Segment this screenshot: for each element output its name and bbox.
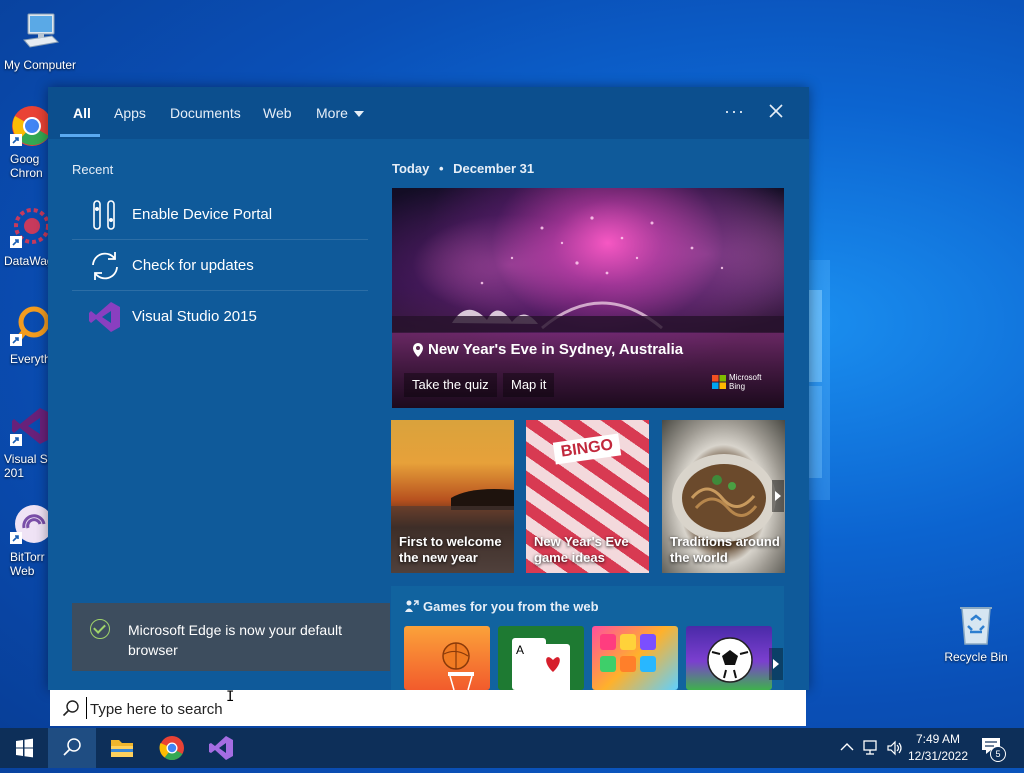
default-browser-notification[interactable]: Microsoft Edge is now your default brows… — [72, 603, 390, 671]
desktop-light-beam-upper — [808, 290, 822, 382]
recent-item-label: Visual Studio 2015 — [132, 308, 257, 325]
game-tile-candy-match[interactable] — [592, 626, 678, 690]
more-options-button[interactable]: ··· — [724, 101, 745, 122]
clock-time: 7:49 AM — [915, 732, 961, 746]
tab-all[interactable]: All — [73, 105, 91, 121]
tab-more[interactable]: More — [316, 105, 364, 121]
recent-item-visual-studio-2015[interactable]: Visual Studio 2015 — [72, 291, 368, 341]
taskbar-chrome[interactable] — [148, 728, 196, 768]
system-clock[interactable]: 7:49 AM 12/31/2022 — [906, 732, 970, 766]
notification-message: Microsoft Edge is now your default brows… — [128, 622, 342, 658]
active-tab-indicator — [60, 134, 100, 137]
today-date: December 31 — [453, 161, 535, 176]
recent-heading: Recent — [72, 162, 114, 177]
today-separator: • — [438, 161, 444, 176]
search-panel: All Apps Documents Web More ··· Recent E… — [48, 87, 809, 690]
microsoft-logo-icon — [712, 375, 726, 389]
checkmark-icon — [90, 619, 110, 639]
desktop-light-beam-lower — [808, 386, 822, 478]
featured-story-card[interactable]: New Year's Eve in Sydney, Australia Take… — [392, 188, 784, 408]
map-it-button[interactable]: Map it — [503, 373, 555, 397]
windows-logo-icon — [16, 738, 33, 758]
story-card-first-to-welcome[interactable]: First to welcome the new year — [391, 420, 514, 573]
taskbar-search-button[interactable] — [48, 728, 96, 768]
sync-icon — [88, 249, 122, 283]
recycle-bin-icon — [954, 602, 998, 646]
action-center-button[interactable]: 5 — [980, 736, 1010, 762]
network-icon[interactable] — [862, 739, 880, 757]
visual-studio-icon — [209, 736, 233, 760]
text-caret — [86, 697, 87, 719]
tab-documents[interactable]: Documents — [170, 105, 241, 121]
search-icon — [62, 700, 79, 717]
search-tabs-bar: All Apps Documents Web More ··· — [48, 87, 809, 139]
taskbar-file-explorer[interactable] — [98, 728, 146, 768]
featured-story-title: New Year's Eve in Sydney, Australia — [428, 341, 684, 358]
today-label: Today — [392, 161, 430, 176]
svg-text:A: A — [516, 643, 524, 657]
desktop-icon-my-computer[interactable]: My Computer — [0, 10, 80, 72]
games-icon — [405, 600, 419, 612]
cards-next-arrow[interactable] — [772, 480, 784, 512]
clock-date: 12/31/2022 — [907, 749, 969, 763]
story-card-label: Traditions around the world — [670, 534, 780, 565]
basketball-icon — [442, 642, 474, 690]
candy-blocks-icon — [600, 634, 656, 672]
volume-icon[interactable] — [886, 739, 904, 757]
game-tile-soccer[interactable] — [686, 626, 772, 690]
today-date-header: Today • December 31 — [392, 161, 534, 176]
games-section: Games for you from the web A — [391, 586, 784, 690]
search-box[interactable] — [50, 690, 806, 726]
chrome-icon — [159, 736, 184, 761]
take-the-quiz-button[interactable]: Take the quiz — [404, 373, 497, 397]
game-tile-basketball[interactable] — [404, 626, 490, 690]
story-card-label: First to welcome the new year — [399, 534, 502, 565]
close-icon — [769, 104, 783, 118]
notification-count-badge: 5 — [990, 746, 1006, 762]
game-tile-solitaire[interactable]: A — [498, 626, 584, 690]
search-icon — [63, 738, 81, 756]
bing-brand-text: Microsoft Bing — [729, 373, 762, 391]
microsoft-bing-logo: Microsoft Bing — [712, 373, 772, 393]
story-card-label: New Year's Eve game ideas — [534, 534, 629, 565]
recent-item-check-for-updates[interactable]: Check for updates — [72, 240, 368, 291]
search-input[interactable] — [88, 696, 692, 722]
recent-item-label: Enable Device Portal — [132, 206, 273, 223]
show-hidden-icons-chevron-icon[interactable] — [840, 742, 854, 752]
story-card-game-ideas[interactable]: BINGO New Year's Eve game ideas — [526, 420, 649, 573]
mouse-ibeam-cursor-icon: I — [226, 689, 235, 705]
chevron-down-icon — [353, 111, 364, 118]
games-next-arrow[interactable] — [769, 648, 783, 680]
close-button[interactable] — [764, 99, 788, 123]
playing-cards-icon: A — [512, 638, 570, 690]
soccer-ball-icon — [707, 637, 753, 683]
start-button[interactable] — [0, 728, 48, 768]
visual-studio-icon — [88, 300, 122, 334]
story-card-traditions[interactable]: Traditions around the world — [662, 420, 785, 573]
tab-apps[interactable]: Apps — [114, 105, 146, 121]
desktop-icon-recycle-bin[interactable]: Recycle Bin — [936, 602, 1016, 664]
taskbar-visual-studio[interactable] — [197, 728, 245, 768]
recent-item-label: Check for updates — [132, 257, 254, 274]
location-pin-icon — [413, 343, 423, 357]
tab-web[interactable]: Web — [263, 105, 292, 121]
taskbar: 7:49 AM 12/31/2022 5 — [0, 728, 1024, 768]
bingo-card-image: BINGO — [552, 433, 622, 465]
device-portal-icon — [88, 198, 122, 232]
games-heading: Games for you from the web — [423, 599, 599, 614]
folder-icon — [111, 740, 133, 757]
computer-icon — [18, 10, 62, 54]
recent-item-enable-device-portal[interactable]: Enable Device Portal — [72, 189, 368, 240]
tab-more-label: More — [316, 105, 348, 121]
